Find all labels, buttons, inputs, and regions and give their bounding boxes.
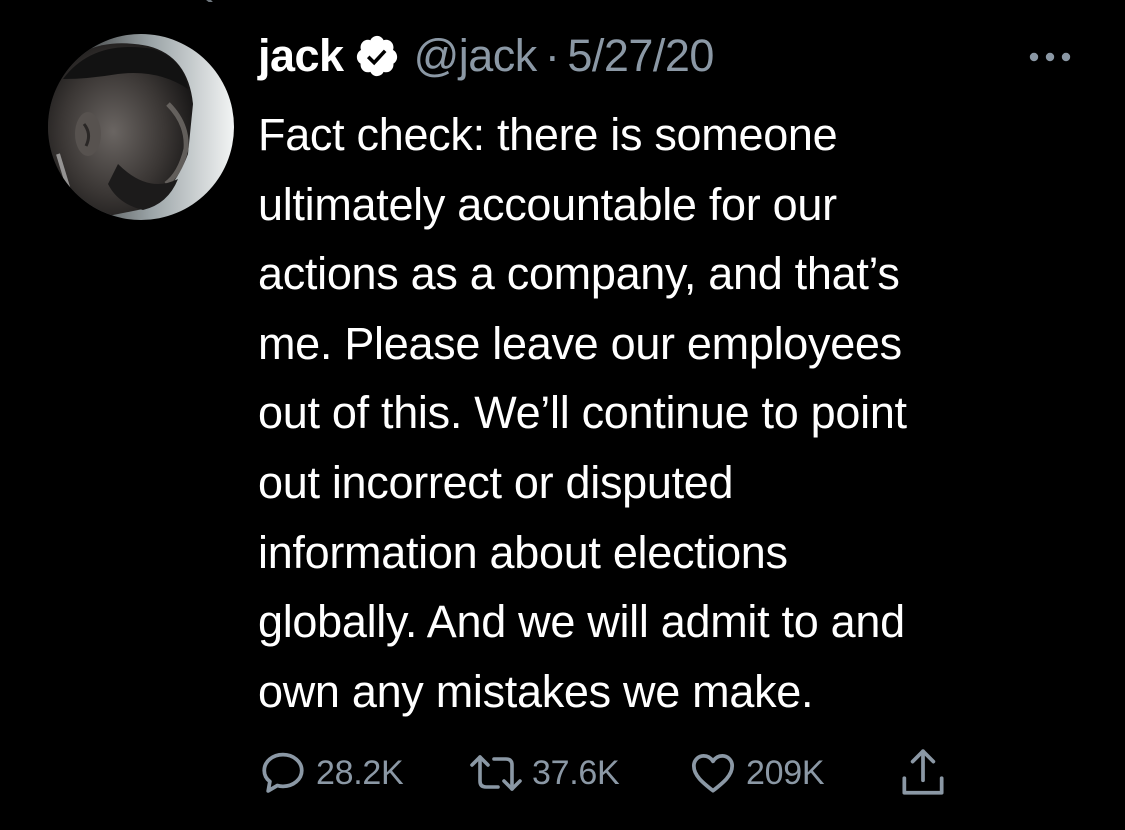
like-count: 209K — [746, 753, 825, 792]
share-icon — [902, 749, 944, 795]
tweet-action-bar: 28.2K 37.6K 209K — [0, 738, 1125, 808]
author-display-name[interactable]: jack — [258, 30, 344, 82]
tweet-text-line: out incorrect or disputed — [258, 456, 734, 508]
tweet-text-line: information about elections — [258, 526, 788, 578]
tweet-timestamp[interactable]: 5/27/20 — [567, 30, 714, 82]
retweet-icon — [470, 755, 522, 791]
more-horizontal-icon — [1029, 52, 1071, 62]
reply-icon — [262, 752, 304, 793]
tweet-text-line: globally. And we will admit to and — [258, 596, 905, 648]
avatar-photo — [48, 34, 234, 220]
tweet-text-line: out of this. We’ll continue to point — [258, 387, 907, 439]
tweet-text-line: actions as a company, and that’s — [258, 248, 900, 300]
tweet-text-line: me. Please leave our employees — [258, 317, 902, 369]
tweet-text-line: Fact check: there is someone — [258, 109, 838, 160]
author-handle[interactable]: @jack — [414, 30, 538, 82]
tweet-text-line: own any mistakes we make. — [258, 665, 814, 717]
previous-item-text-partial — [260, 0, 580, 2]
more-options-button[interactable] — [1024, 44, 1076, 70]
reply-button[interactable]: 28.2K — [258, 738, 404, 808]
share-button[interactable] — [898, 738, 948, 808]
avatar[interactable] — [48, 34, 234, 220]
verified-badge-icon — [356, 35, 397, 77]
retweet-icon-partial — [206, 0, 213, 2]
header-separator: · — [544, 30, 560, 81]
retweet-button[interactable]: 37.6K — [468, 738, 620, 808]
reply-count: 28.2K — [316, 753, 404, 792]
like-button[interactable]: 209K — [688, 738, 825, 808]
tweet-text: Fact check: there is someone ultimately … — [258, 100, 1118, 726]
tweet-header: jack @jack · 5/27/20 — [258, 24, 714, 88]
previous-item-sliver — [180, 0, 600, 2]
tweet-text-line: ultimately accountable for our — [258, 178, 837, 230]
heart-icon — [691, 754, 735, 793]
retweet-count: 37.6K — [532, 753, 620, 792]
